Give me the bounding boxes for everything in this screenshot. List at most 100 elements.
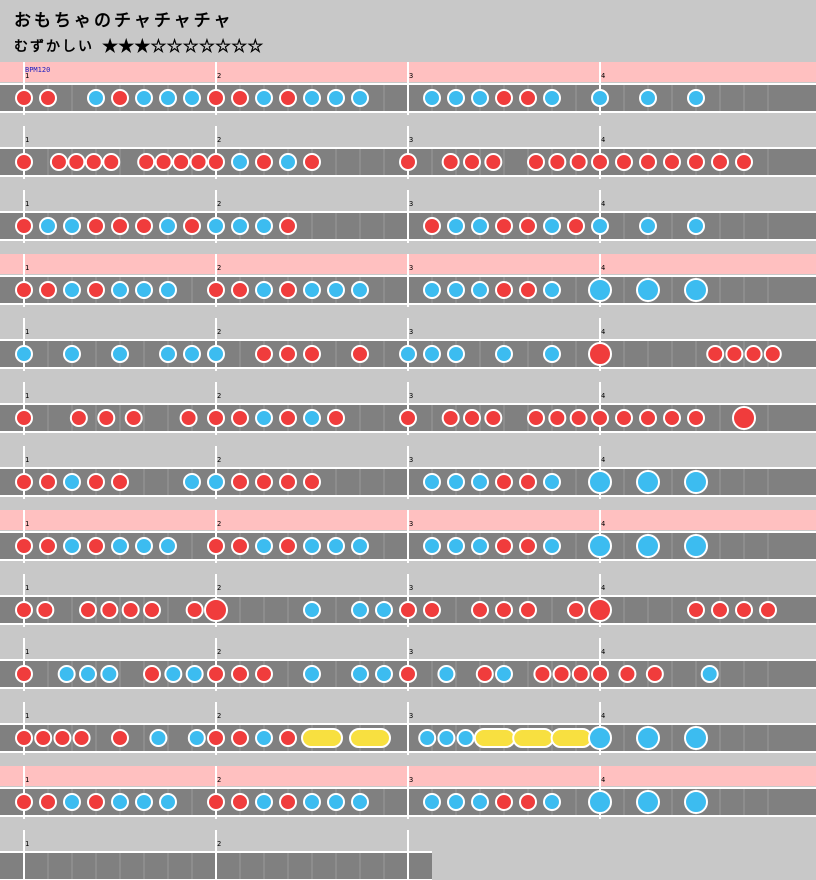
don-big-note (732, 406, 756, 430)
don-note (143, 665, 161, 683)
ka-note (255, 217, 273, 235)
measure-number: 1 (25, 392, 29, 400)
don-note (519, 281, 537, 299)
ka-note (87, 89, 105, 107)
don-note (137, 153, 156, 171)
don-note (519, 793, 537, 811)
don-note (207, 409, 225, 427)
ka-note (135, 793, 153, 811)
ka-note (183, 89, 201, 107)
measure-number: 2 (217, 840, 221, 848)
measure-number: 2 (217, 776, 221, 784)
ka-note (111, 281, 129, 299)
don-note (102, 153, 121, 171)
ka-note (63, 281, 81, 299)
don-note (207, 665, 225, 683)
ka-note (135, 281, 153, 299)
don-note (527, 409, 545, 427)
don-note (207, 89, 225, 107)
measure-number: 2 (217, 392, 221, 400)
ka-note (39, 217, 57, 235)
don-note (399, 153, 417, 171)
don-note (763, 345, 782, 363)
ka-note (543, 281, 561, 299)
measure-number: 4 (601, 72, 605, 80)
don-note (111, 729, 129, 747)
ka-note (543, 89, 561, 107)
don-note (69, 409, 88, 427)
don-note (495, 89, 513, 107)
don-note (533, 665, 552, 683)
ka-big-note (636, 726, 660, 750)
don-note (279, 345, 297, 363)
ka-note (351, 601, 369, 619)
don-note (548, 153, 567, 171)
don-note (231, 89, 249, 107)
ka-note (423, 473, 441, 491)
ka-note (543, 473, 561, 491)
don-note (183, 217, 201, 235)
ka-note (471, 89, 489, 107)
ka-note (63, 537, 81, 555)
ka-note (63, 345, 81, 363)
ka-big-note (636, 534, 660, 558)
ka-note (164, 665, 183, 683)
ka-big-note (684, 790, 708, 814)
measure-number: 1 (25, 328, 29, 336)
don-note (34, 729, 53, 747)
ka-note (57, 665, 76, 683)
ka-note (351, 537, 369, 555)
ka-note (447, 281, 465, 299)
ka-note (327, 281, 345, 299)
don-note (15, 281, 33, 299)
don-note (495, 793, 513, 811)
ka-big-note (636, 790, 660, 814)
ka-note (159, 89, 177, 107)
ka-note (207, 473, 225, 491)
ka-big-note (588, 790, 612, 814)
don-note (279, 409, 297, 427)
don-note (303, 345, 321, 363)
ka-big-note (684, 726, 708, 750)
ka-note (255, 793, 273, 811)
measure-number: 1 (25, 456, 29, 464)
ka-big-note (684, 470, 708, 494)
ka-note (399, 345, 417, 363)
don-note (79, 601, 97, 619)
ka-note (255, 281, 273, 299)
don-note (571, 665, 590, 683)
don-note (423, 601, 441, 619)
don-note (15, 473, 33, 491)
don-note (327, 409, 345, 427)
measure-number: 2 (217, 264, 221, 272)
ka-note (135, 89, 153, 107)
don-note (735, 153, 753, 171)
measure-number: 3 (409, 456, 413, 464)
don-note (441, 409, 460, 427)
don-note (255, 153, 273, 171)
don-note (231, 665, 249, 683)
measure-number: 3 (409, 648, 413, 656)
ka-big-note (588, 534, 612, 558)
don-note (519, 601, 537, 619)
drumroll-note (349, 728, 391, 748)
measure-number: 1 (25, 712, 29, 720)
ka-note (423, 89, 441, 107)
don-note (548, 409, 567, 427)
don-note (87, 473, 105, 491)
measure-number: 1 (25, 520, 29, 528)
don-note (279, 473, 297, 491)
ka-note (63, 473, 81, 491)
don-note (67, 153, 86, 171)
ka-note (495, 345, 513, 363)
measure-number: 1 (25, 584, 29, 592)
don-note (179, 409, 198, 427)
don-note (231, 473, 249, 491)
ka-note (351, 281, 369, 299)
ka-note (327, 793, 345, 811)
ka-note (303, 793, 321, 811)
don-note (687, 601, 705, 619)
don-note (279, 537, 297, 555)
don-big-note (204, 598, 228, 622)
ka-note (255, 409, 273, 427)
